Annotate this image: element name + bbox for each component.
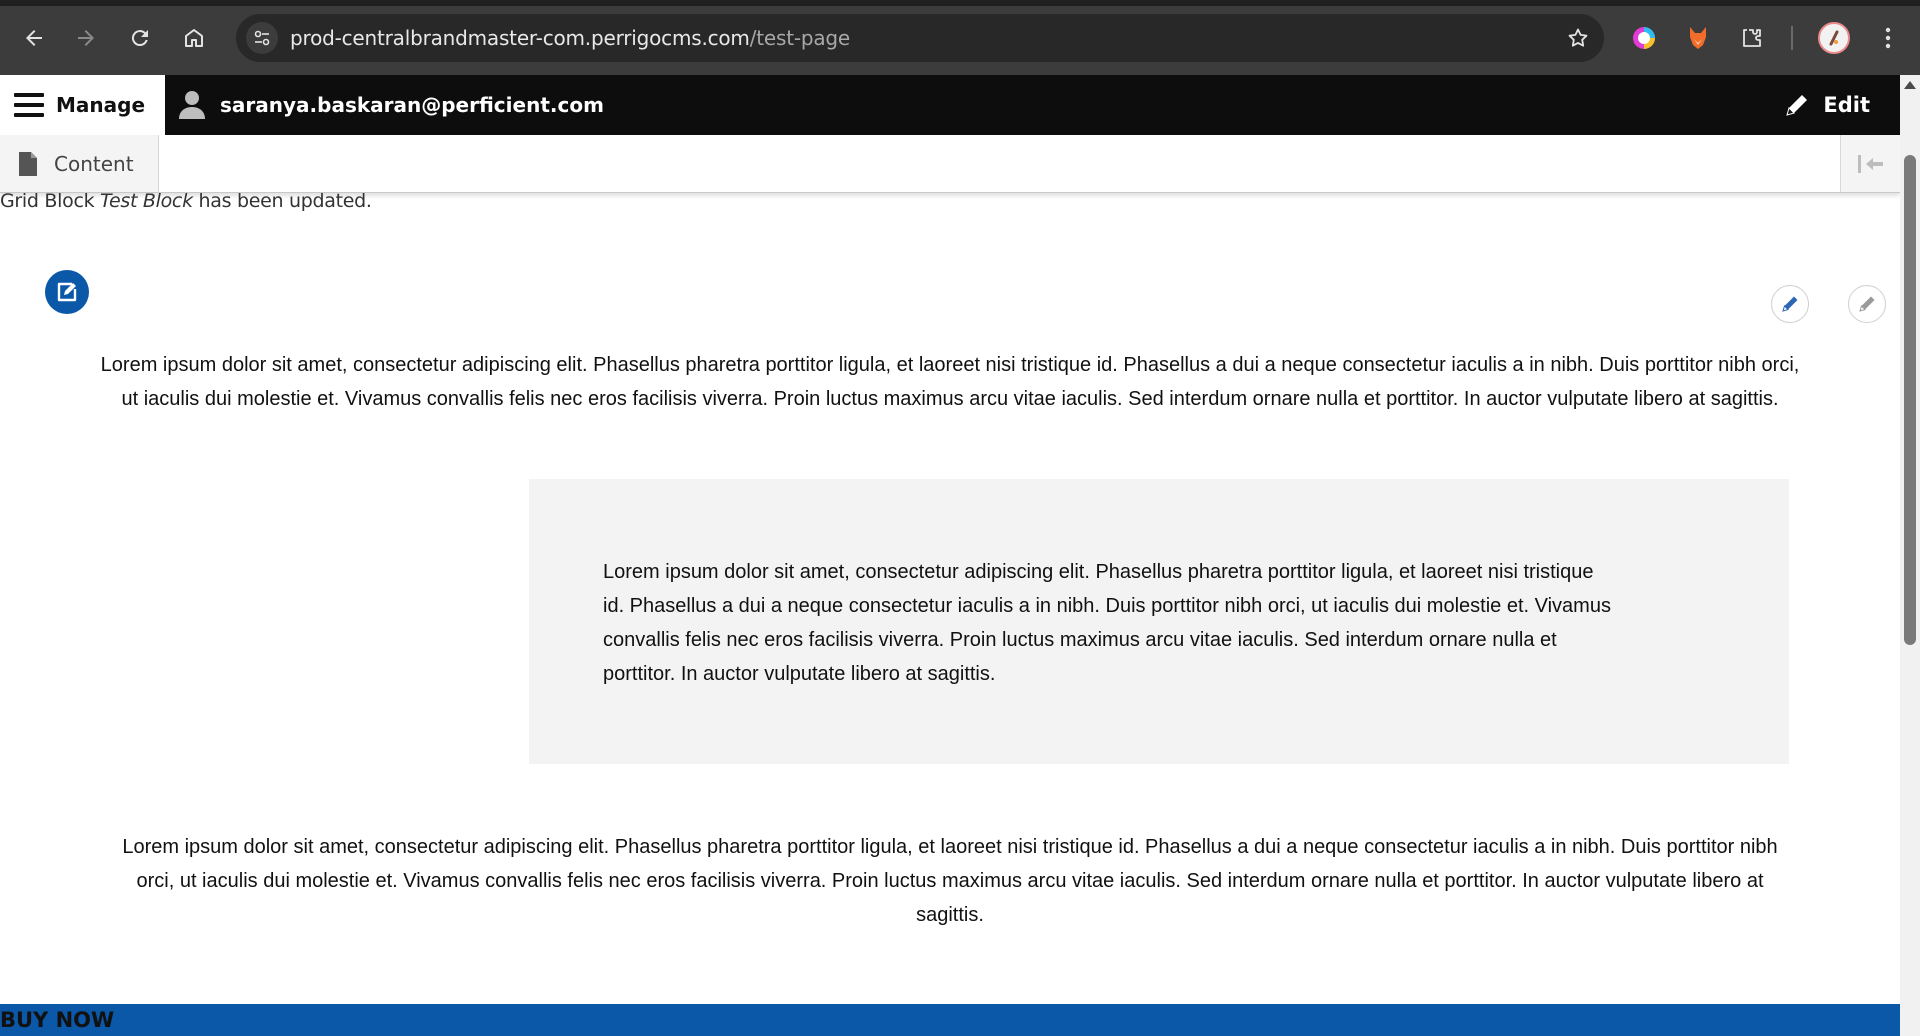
tray-item-content[interactable]: Content — [0, 135, 159, 192]
user-menu[interactable]: saranya.baskaran@perficient.com — [178, 75, 604, 135]
edit-toggle[interactable]: Edit — [1783, 75, 1870, 135]
back-button[interactable] — [16, 20, 52, 56]
user-name: saranya.baskaran@perficient.com — [220, 93, 604, 117]
tune-icon — [254, 30, 270, 46]
edit-block-button[interactable] — [1771, 285, 1809, 323]
extensions-button[interactable] — [1738, 24, 1766, 52]
edit-square-icon — [57, 282, 77, 302]
pencil-icon — [1859, 296, 1875, 312]
grid-block-paragraph: Lorem ipsum dolor sit amet, consectetur … — [603, 561, 1611, 685]
star-icon[interactable] — [1566, 26, 1590, 50]
pencil-icon — [1786, 95, 1808, 116]
edit-region-button[interactable] — [1848, 285, 1886, 323]
page-scrollbar[interactable] — [1900, 75, 1920, 1036]
body-paragraph-1: Lorem ipsum dolor sit amet, consectetur … — [100, 354, 1800, 410]
collapse-icon — [1857, 154, 1883, 173]
tray-orientation-toggle[interactable] — [1840, 135, 1900, 192]
puzzle-icon — [1743, 29, 1761, 47]
url-host: prod-centralbrandmaster-com.perrigocms.c… — [290, 26, 750, 50]
url-path: /test-page — [749, 26, 851, 50]
arrow-left-icon — [26, 30, 42, 46]
site-info-button[interactable] — [246, 22, 278, 54]
status-prefix: Grid Block — [0, 190, 101, 212]
browser-menu-button[interactable] — [1874, 24, 1902, 52]
fox-extension[interactable] — [1684, 24, 1712, 52]
buy-now-label: BUY NOW — [0, 1008, 115, 1032]
edit-page-button[interactable] — [45, 270, 89, 314]
url-text: prod-centralbrandmaster-com.perrigocms.c… — [290, 26, 850, 50]
document-icon — [19, 151, 37, 176]
kebab-menu-icon — [1885, 27, 1891, 49]
color-picker-icon — [1633, 27, 1655, 49]
body-paragraph-2: Lorem ipsum dolor sit amet, consectetur … — [122, 836, 1778, 926]
home-icon — [185, 29, 203, 47]
avatar[interactable] — [1818, 22, 1850, 54]
address-bar[interactable]: prod-centralbrandmaster-com.perrigocms.c… — [236, 14, 1604, 62]
color-picker-extension[interactable] — [1630, 24, 1658, 52]
profile-icon — [1829, 30, 1839, 46]
tray-item-label: Content — [54, 151, 134, 176]
scroll-thumb[interactable] — [1904, 155, 1916, 645]
edit-label: Edit — [1823, 93, 1870, 117]
buy-now-bar[interactable]: BUY NOW — [0, 1004, 1900, 1036]
admin-toolbar: Manage saranya.baskaran@perficient.com E… — [0, 75, 1920, 135]
arrow-right-icon — [78, 30, 94, 46]
tab-strip — [0, 0, 1920, 6]
status-suffix: has been updated. — [192, 190, 372, 212]
scroll-up-arrow[interactable] — [1904, 81, 1916, 89]
pencil-icon — [1782, 296, 1798, 312]
forward-button[interactable] — [68, 20, 104, 56]
status-block-name: Test Block — [100, 190, 193, 212]
manage-label: Manage — [56, 93, 146, 117]
toolbar-divider — [1791, 26, 1793, 50]
home-button[interactable] — [176, 20, 212, 56]
reload-button[interactable] — [122, 20, 158, 56]
toolbar-tray: Content — [0, 135, 1900, 193]
browser-toolbar: prod-centralbrandmaster-com.perrigocms.c… — [0, 0, 1920, 75]
status-message: Grid Block Test Block has been updated. — [0, 190, 372, 212]
person-icon — [179, 91, 205, 119]
fox-icon — [1690, 27, 1706, 49]
manage-button[interactable]: Manage — [0, 75, 165, 135]
grid-block: Lorem ipsum dolor sit amet, consectetur … — [529, 479, 1789, 764]
reload-icon — [131, 30, 148, 47]
hamburger-icon — [14, 93, 44, 117]
